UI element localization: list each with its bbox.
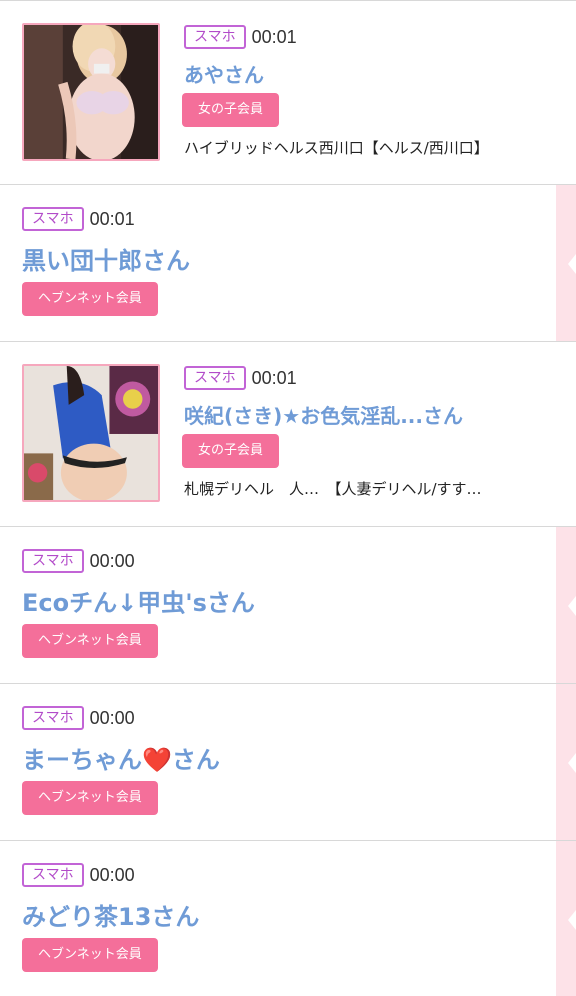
member-badge: ヘブンネット会員 bbox=[22, 282, 158, 316]
chevron-left-icon bbox=[568, 254, 576, 274]
member-badge: ヘブンネット会員 bbox=[22, 938, 158, 972]
access-time: 00:00 bbox=[89, 864, 135, 885]
list-item[interactable]: スマホ 00:01 あやさん 女の子会員 ハイブリッドヘルス西川口【ヘルス/西川… bbox=[0, 0, 576, 185]
list-item[interactable]: スマホ 00:00 みどり茶13さん ヘブンネット会員 bbox=[0, 841, 576, 996]
user-name[interactable]: まーちゃん❤️さん bbox=[22, 740, 220, 775]
device-badge: スマホ bbox=[22, 207, 84, 231]
user-name[interactable]: 咲紀(さき)★お色気淫乱...さん bbox=[184, 400, 463, 429]
member-badge: ヘブンネット会員 bbox=[22, 781, 158, 815]
user-name[interactable]: みどり茶13さん bbox=[22, 897, 199, 932]
device-badge: スマホ bbox=[22, 706, 84, 730]
access-time: 00:00 bbox=[89, 707, 135, 728]
member-badge: 女の子会員 bbox=[182, 93, 280, 127]
user-name[interactable]: 黒い団十郎さん bbox=[22, 241, 190, 276]
girl-photo-icon bbox=[24, 25, 158, 159]
access-time: 00:01 bbox=[251, 367, 297, 388]
device-badge: スマホ bbox=[184, 25, 246, 49]
list-item[interactable]: スマホ 00:01 黒い団十郎さん ヘブンネット会員 bbox=[0, 185, 576, 342]
profile-thumbnail[interactable] bbox=[22, 364, 160, 502]
meta-line: スマホ 00:01 bbox=[22, 207, 135, 231]
member-badge: 女の子会員 bbox=[182, 434, 280, 468]
device-badge: スマホ bbox=[22, 863, 84, 887]
chevron-left-icon bbox=[568, 753, 576, 773]
list-item[interactable]: スマホ 00:00 まーちゃん❤️さん ヘブンネット会員 bbox=[0, 684, 576, 841]
user-name[interactable]: Ecoチん↓甲虫'sさん bbox=[22, 583, 255, 618]
meta-line: スマホ 00:01 bbox=[184, 25, 297, 49]
chevron-left-icon bbox=[568, 910, 576, 930]
list-item[interactable]: スマホ 00:00 Ecoチん↓甲虫'sさん ヘブンネット会員 bbox=[0, 527, 576, 684]
access-time: 00:01 bbox=[251, 26, 297, 47]
girl-photo-icon bbox=[24, 366, 158, 500]
access-time: 00:01 bbox=[89, 208, 135, 229]
meta-line: スマホ 00:01 bbox=[184, 366, 297, 390]
shop-name[interactable]: ハイブリッドヘルス西川口【ヘルス/西川口】 bbox=[184, 137, 489, 158]
device-badge: スマホ bbox=[184, 366, 246, 390]
list-item[interactable]: スマホ 00:01 咲紀(さき)★お色気淫乱...さん 女の子会員 札幌デリヘル… bbox=[0, 342, 576, 527]
device-badge: スマホ bbox=[22, 549, 84, 573]
profile-thumbnail[interactable] bbox=[22, 23, 160, 161]
shop-name[interactable]: 札幌デリヘル 人… 【人妻デリヘル/すす… bbox=[184, 478, 482, 499]
meta-line: スマホ 00:00 bbox=[22, 863, 135, 887]
user-name[interactable]: あやさん bbox=[184, 59, 264, 88]
member-badge: ヘブンネット会員 bbox=[22, 624, 158, 658]
meta-line: スマホ 00:00 bbox=[22, 549, 135, 573]
access-list: スマホ 00:01 あやさん 女の子会員 ハイブリッドヘルス西川口【ヘルス/西川… bbox=[0, 0, 576, 996]
chevron-left-icon bbox=[568, 596, 576, 616]
meta-line: スマホ 00:00 bbox=[22, 706, 135, 730]
access-time: 00:00 bbox=[89, 550, 135, 571]
